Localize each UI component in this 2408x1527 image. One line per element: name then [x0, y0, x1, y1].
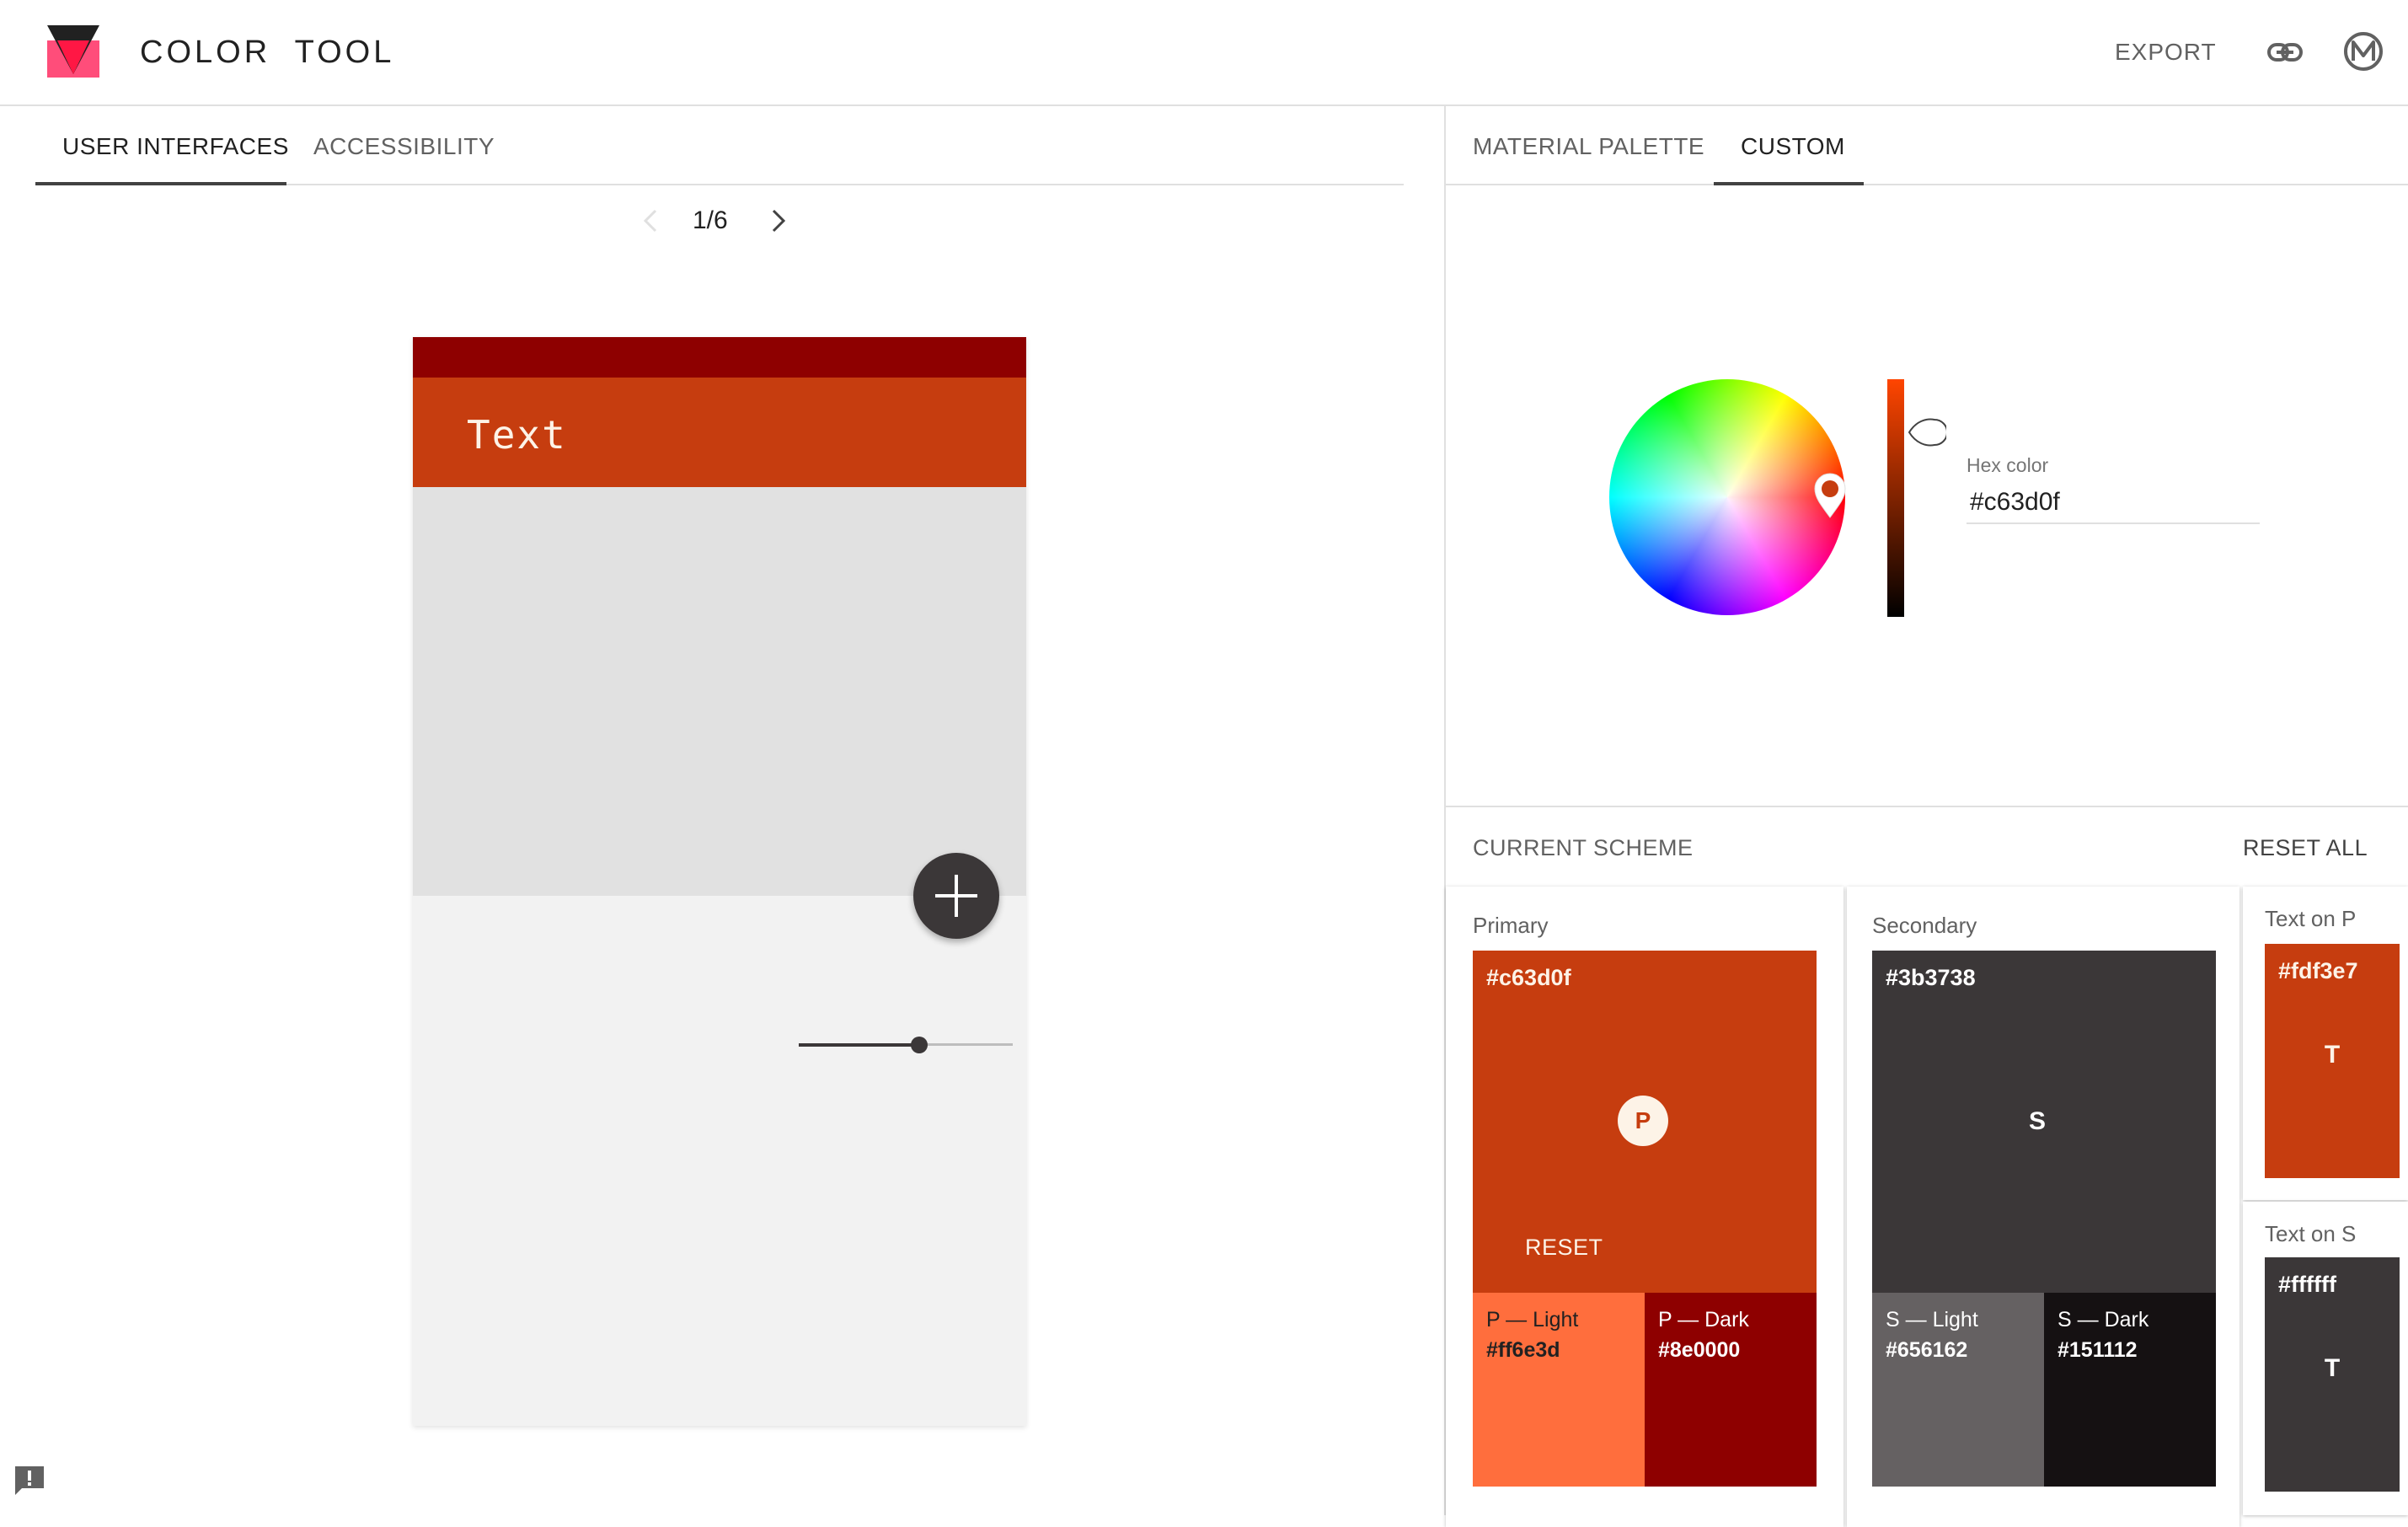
text-on-secondary-hex: #ffffff	[2278, 1272, 2336, 1297]
export-button[interactable]: EXPORT	[2115, 34, 2217, 71]
secondary-light-hex: #656162	[1886, 1338, 1968, 1362]
primary-hex: #c63d0f	[1486, 965, 1571, 990]
preview-fab[interactable]	[913, 853, 999, 939]
preview-app-bar-title: Text	[467, 412, 567, 458]
preview-slider-track	[918, 1043, 1013, 1046]
primary-light-hex: #ff6e3d	[1486, 1338, 1560, 1362]
feedback-icon[interactable]	[12, 1463, 47, 1498]
reset-all-button[interactable]: RESET ALL	[2243, 831, 2368, 865]
primary-light-swatch[interactable]: P — Light #ff6e3d	[1473, 1293, 1645, 1487]
current-scheme-title: CURRENT SCHEME	[1473, 835, 1694, 860]
tab-material-palette[interactable]: MATERIAL PALETTE	[1473, 130, 1704, 163]
primary-swatch[interactable]: #c63d0f P RESET	[1473, 951, 1817, 1293]
app-title: COLOR TOOL	[140, 35, 395, 70]
text-on-primary-hex: #fdf3e7	[2278, 958, 2358, 983]
primary-badge: P	[1618, 1096, 1668, 1146]
tab-accessibility[interactable]: ACCESSIBILITY	[313, 130, 495, 163]
plus-icon	[935, 875, 977, 917]
hex-color-label: Hex color	[1967, 454, 2049, 476]
hex-color-input[interactable]	[1967, 482, 2260, 524]
primary-dark-swatch[interactable]: P — Dark #8e0000	[1645, 1293, 1817, 1487]
chevron-right-icon[interactable]	[768, 206, 789, 236]
active-tab-indicator	[35, 182, 286, 185]
app-header: COLOR TOOL EXPORT	[0, 0, 2408, 106]
pager-label: 1/6	[693, 206, 728, 234]
tabs-divider	[1446, 184, 2408, 185]
link-icon[interactable]	[2266, 35, 2304, 69]
primary-dark-label: P — Dark	[1658, 1308, 1749, 1331]
material-logo-icon[interactable]	[2342, 30, 2384, 72]
primary-label: Primary	[1473, 913, 1549, 938]
brightness-slider[interactable]	[1887, 379, 1904, 617]
preview-content-area	[413, 487, 1026, 896]
secondary-light-swatch[interactable]: S — Light #656162	[1872, 1293, 2044, 1487]
secondary-badge: S	[2029, 1107, 2047, 1135]
brightness-marker[interactable]	[1906, 415, 1946, 450]
secondary-hex: #3b3738	[1886, 965, 1976, 990]
primary-reset-button[interactable]: RESET	[1525, 1232, 1603, 1262]
text-on-secondary-swatch[interactable]: #ffffff T	[2265, 1257, 2400, 1492]
preview-slider-thumb[interactable]	[911, 1037, 928, 1053]
text-on-primary-label: Text on P	[2265, 906, 2357, 931]
text-on-primary-glyph: T	[2324, 1041, 2341, 1069]
color-wheel-marker[interactable]	[1811, 470, 1849, 521]
text-on-primary-swatch[interactable]: #fdf3e7 T	[2265, 944, 2400, 1178]
tab-user-interfaces[interactable]: USER INTERFACES	[62, 130, 289, 163]
preview-status-bar	[413, 337, 1026, 378]
scheme-divider	[1446, 806, 2408, 807]
secondary-dark-swatch[interactable]: S — Dark #151112	[2044, 1293, 2216, 1487]
secondary-dark-label: S — Dark	[2058, 1308, 2149, 1331]
color-wheel[interactable]	[1609, 379, 1845, 615]
text-on-secondary-glyph: T	[2324, 1354, 2341, 1382]
color-tool-logo-icon[interactable]	[47, 25, 99, 78]
secondary-light-label: S — Light	[1886, 1308, 1978, 1331]
secondary-swatch[interactable]: #3b3738 S	[1872, 951, 2216, 1293]
text-on-secondary-label: Text on S	[2265, 1221, 2357, 1246]
active-tab-indicator	[1714, 182, 1864, 185]
preview-app-bar: Text	[413, 378, 1026, 487]
tab-custom[interactable]: CUSTOM	[1741, 130, 1845, 163]
secondary-dark-hex: #151112	[2058, 1338, 2138, 1362]
secondary-label: Secondary	[1872, 913, 1977, 938]
phone-preview: Text	[413, 337, 1026, 1426]
chevron-left-icon[interactable]	[640, 206, 661, 236]
primary-dark-hex: #8e0000	[1658, 1338, 1741, 1362]
primary-light-label: P — Light	[1486, 1308, 1579, 1331]
preview-slider-track-active	[799, 1043, 918, 1047]
